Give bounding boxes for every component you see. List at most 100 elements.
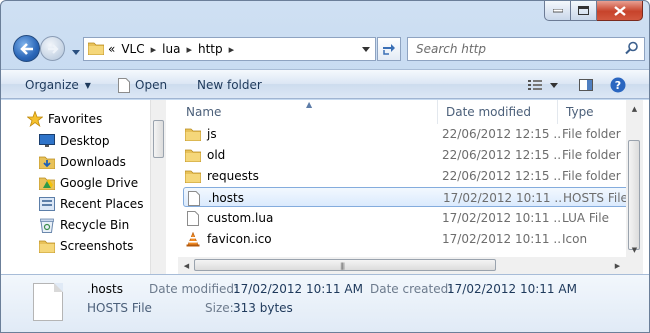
sidebar-item-label: Recycle Bin	[60, 218, 130, 232]
column-header-date-modified[interactable]: Date modified	[438, 100, 558, 124]
pane-splitter[interactable]	[166, 100, 178, 274]
list-item[interactable]: custom.lua 17/02/2012 10:11 ... LUA File	[183, 208, 626, 228]
list-item[interactable]: js 22/06/2012 12:15 ... File folder	[183, 124, 626, 144]
list-item[interactable]: favicon.ico 17/02/2012 10:11 ... Icon	[183, 229, 626, 249]
file-date: 17/02/2012 10:11 ...	[442, 211, 560, 225]
sidebar-item-screenshots[interactable]: Screenshots	[39, 236, 133, 256]
navigation-scrollbar[interactable]	[150, 100, 166, 274]
sidebar-item-recycle-bin[interactable]: Recycle Bin	[39, 215, 129, 235]
sidebar-item-downloads[interactable]: Downloads	[39, 152, 126, 172]
file-icon	[186, 190, 202, 206]
horizontal-scrollbar[interactable]: ◀ ||| ▶	[178, 257, 626, 274]
details-size-label: Size:	[205, 301, 234, 315]
minimize-icon	[552, 8, 563, 12]
scrollbar-thumb[interactable]: |||	[194, 259, 496, 271]
nav-favorites-label: Favorites	[48, 112, 103, 126]
grip-icon: |||	[340, 262, 345, 270]
scroll-left-icon[interactable]: ◀	[178, 257, 195, 274]
folder-icon	[185, 168, 201, 184]
help-button[interactable]: ?	[608, 76, 628, 94]
list-item[interactable]: requests 22/06/2012 12:15 ... File folde…	[183, 166, 626, 186]
breadcrumb-http[interactable]: http	[198, 42, 223, 56]
forward-button[interactable]	[40, 36, 65, 61]
file-name: .hosts	[208, 191, 244, 205]
help-icon: ?	[610, 77, 626, 93]
details-file-type: HOSTS File	[87, 301, 152, 315]
close-icon	[613, 5, 626, 16]
breadcrumb-overflow[interactable]: «	[108, 42, 115, 56]
file-icon	[118, 77, 130, 93]
recycle-bin-icon	[39, 217, 55, 233]
column-header-name[interactable]: Name	[178, 100, 438, 124]
refresh-button[interactable]	[377, 37, 401, 61]
arrow-right-icon	[47, 43, 59, 54]
sidebar-item-label: Google Drive	[60, 176, 139, 190]
preview-pane-icon	[579, 79, 593, 91]
file-list: ▲ Name Date modified Type js 22/06/2012 …	[178, 100, 626, 258]
sidebar-item-label: Screenshots	[60, 239, 134, 253]
breadcrumb-separator-icon[interactable]: ▸	[151, 43, 157, 56]
file-type: File folder	[562, 127, 621, 141]
details-date-created-label: Date created:	[370, 282, 453, 296]
file-type: File folder	[562, 169, 621, 183]
scrollbar-thumb[interactable]	[628, 140, 640, 250]
maximize-button[interactable]	[571, 1, 597, 21]
nav-favorites[interactable]: Favorites	[27, 109, 102, 129]
scroll-down-icon[interactable]: ▼	[626, 241, 643, 258]
details-date-modified-label: Date modified:	[149, 282, 239, 296]
sidebar-item-google-drive[interactable]: Google Drive	[39, 173, 138, 193]
folder-icon	[87, 41, 105, 58]
scroll-corner	[626, 257, 643, 274]
column-header-type[interactable]: Type	[558, 100, 626, 124]
new-folder-button[interactable]: New folder	[197, 70, 262, 100]
vertical-scrollbar[interactable]: ▲ ▼	[626, 100, 643, 258]
preview-pane-button[interactable]	[576, 76, 596, 94]
arrow-left-icon	[19, 42, 33, 55]
file-icon	[185, 210, 201, 226]
file-date: 17/02/2012 10:11 ...	[442, 232, 560, 246]
chevron-down-icon: ▼	[84, 80, 91, 90]
sidebar-item-label: Downloads	[60, 155, 126, 169]
open-label: Open	[135, 78, 168, 92]
breadcrumb-lua[interactable]: lua	[162, 42, 180, 56]
search-input[interactable]: Search http	[416, 42, 625, 56]
change-view-button[interactable]	[521, 76, 549, 94]
file-type: File folder	[562, 148, 621, 162]
sidebar-item-recent-places[interactable]: Recent Places	[39, 194, 143, 214]
back-button[interactable]	[13, 35, 40, 62]
file-name: favicon.ico	[207, 232, 272, 246]
breadcrumb-separator-icon[interactable]: ▸	[186, 43, 192, 56]
navigation-pane: Favorites Desktop Downloads Google Drive	[1, 100, 150, 274]
sidebar-item-label: Desktop	[60, 134, 110, 148]
sidebar-item-desktop[interactable]: Desktop	[39, 131, 110, 151]
scroll-up-icon[interactable]: ▲	[626, 100, 643, 117]
open-button[interactable]: Open	[118, 70, 167, 100]
details-size-value: 313 bytes	[233, 301, 293, 315]
folder-icon	[39, 238, 55, 254]
file-type: HOSTS File	[563, 191, 626, 205]
file-name: requests	[207, 169, 259, 183]
address-dropdown-button[interactable]	[357, 38, 375, 60]
list-item-selected[interactable]: .hosts 17/02/2012 10:11 ... HOSTS File	[183, 187, 626, 207]
scrollbar-thumb[interactable]	[153, 120, 164, 158]
search-icon[interactable]	[625, 41, 639, 58]
breadcrumb-vlc[interactable]: VLC	[121, 42, 144, 56]
chevron-down-icon	[550, 82, 558, 88]
minimize-button[interactable]	[544, 1, 571, 21]
organize-button[interactable]: Organize ▼	[25, 70, 91, 100]
sidebar-item-label: Recent Places	[60, 197, 144, 211]
search-box[interactable]: Search http	[407, 37, 645, 61]
recent-pages-button[interactable]	[72, 44, 80, 58]
scroll-right-icon[interactable]: ▶	[609, 257, 626, 274]
file-name: custom.lua	[207, 211, 274, 225]
address-row: « VLC ▸ lua ▸ http ▸ Search http	[9, 31, 645, 65]
address-bar[interactable]: « VLC ▸ lua ▸ http ▸	[83, 37, 376, 61]
star-icon	[27, 111, 43, 127]
file-date: 17/02/2012 10:11 ...	[443, 191, 561, 205]
view-options-dropdown[interactable]	[548, 76, 560, 94]
list-item[interactable]: old 22/06/2012 12:15 ... File folder	[183, 145, 626, 165]
downloads-folder-icon	[39, 154, 55, 170]
breadcrumb-separator-icon[interactable]: ▸	[229, 43, 235, 56]
close-button[interactable]	[597, 1, 643, 21]
refresh-icon	[383, 44, 395, 55]
